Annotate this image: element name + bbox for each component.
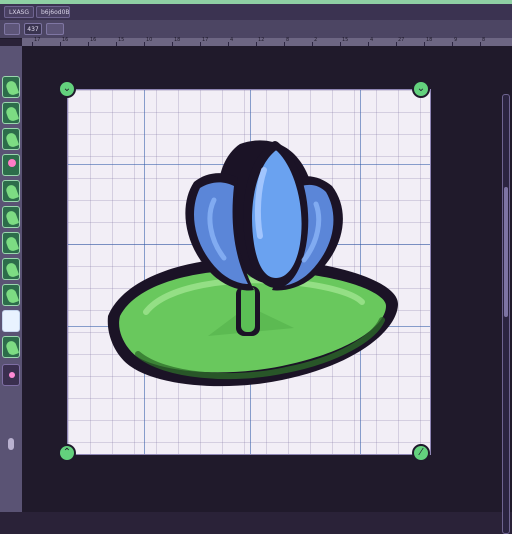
asset-thumb-scene[interactable] bbox=[2, 310, 20, 332]
ruler-label: 16 bbox=[62, 37, 69, 43]
transform-handle-top-left[interactable]: ⌄ bbox=[58, 80, 76, 98]
ruler-label: 9 bbox=[454, 37, 458, 43]
asset-sidebar bbox=[0, 46, 23, 512]
ruler-label: 8 bbox=[482, 37, 486, 43]
ruler-label: 18 bbox=[174, 37, 181, 43]
artboard[interactable] bbox=[68, 90, 430, 454]
ruler-label: 17 bbox=[34, 37, 41, 43]
transform-handle-bottom-left[interactable]: ⌃ bbox=[58, 444, 76, 462]
leaf-icon bbox=[4, 235, 19, 253]
water-lily-illustration[interactable] bbox=[68, 90, 430, 454]
ruler-label: 4 bbox=[370, 37, 374, 43]
ruler-label: 2 bbox=[314, 37, 318, 43]
ruler-label: 12 bbox=[258, 37, 265, 43]
zoom-field[interactable]: 437 bbox=[24, 23, 42, 35]
tab-bar: LXASG b6j6od0B bbox=[0, 4, 512, 21]
leaf-icon bbox=[4, 261, 19, 279]
leaf-icon bbox=[4, 339, 19, 357]
asset-thumb-leaf[interactable] bbox=[2, 258, 20, 280]
ruler-label: 15 bbox=[342, 37, 349, 43]
flower-icon bbox=[8, 159, 16, 167]
ruler-label: 16 bbox=[90, 37, 97, 43]
asset-thumb-leaf[interactable] bbox=[2, 128, 20, 150]
tab-b6j6od0b[interactable]: b6j6od0B bbox=[36, 6, 70, 18]
canvas-area[interactable]: ⌄ ⌄ ⌃ ⁄ bbox=[22, 46, 512, 534]
leaf-icon bbox=[4, 287, 19, 305]
sidebar-scroll-thumb[interactable] bbox=[8, 438, 14, 450]
ruler-label: 17 bbox=[202, 37, 209, 43]
asset-thumb-flower[interactable] bbox=[2, 154, 20, 176]
asset-thumb-leaf[interactable] bbox=[2, 180, 20, 202]
leaf-icon bbox=[4, 183, 19, 201]
toolbar: 437 bbox=[0, 20, 512, 39]
leaf-icon bbox=[4, 209, 19, 227]
tab-lxasg[interactable]: LXASG bbox=[4, 6, 34, 18]
asset-thumb-leaf[interactable] bbox=[2, 336, 20, 358]
view-button[interactable] bbox=[46, 23, 64, 35]
ruler-label: 18 bbox=[426, 37, 433, 43]
menu-button[interactable] bbox=[4, 23, 20, 35]
transform-handle-top-right[interactable]: ⌄ bbox=[412, 80, 430, 98]
ruler-label: 8 bbox=[286, 37, 290, 43]
vertical-scrollbar[interactable] bbox=[502, 94, 510, 534]
leaf-icon bbox=[4, 105, 19, 123]
asset-thumb-flower-dark[interactable] bbox=[2, 364, 20, 386]
asset-thumb-leaf[interactable] bbox=[2, 232, 20, 254]
asset-thumb-leaf[interactable] bbox=[2, 284, 20, 306]
asset-thumb-leaf[interactable] bbox=[2, 102, 20, 124]
leaf-icon bbox=[4, 131, 19, 149]
transform-handle-bottom-right[interactable]: ⁄ bbox=[412, 444, 430, 462]
ruler-label: 27 bbox=[398, 37, 405, 43]
ruler-label: 4 bbox=[230, 37, 234, 43]
ruler-label: 10 bbox=[146, 37, 153, 43]
flower-icon bbox=[9, 372, 15, 378]
leaf-icon bbox=[4, 79, 19, 97]
asset-thumb-leaf[interactable] bbox=[2, 206, 20, 228]
asset-thumb-leaf[interactable] bbox=[2, 76, 20, 98]
vertical-scroll-thumb[interactable] bbox=[504, 187, 508, 317]
ruler-label: 15 bbox=[118, 37, 125, 43]
